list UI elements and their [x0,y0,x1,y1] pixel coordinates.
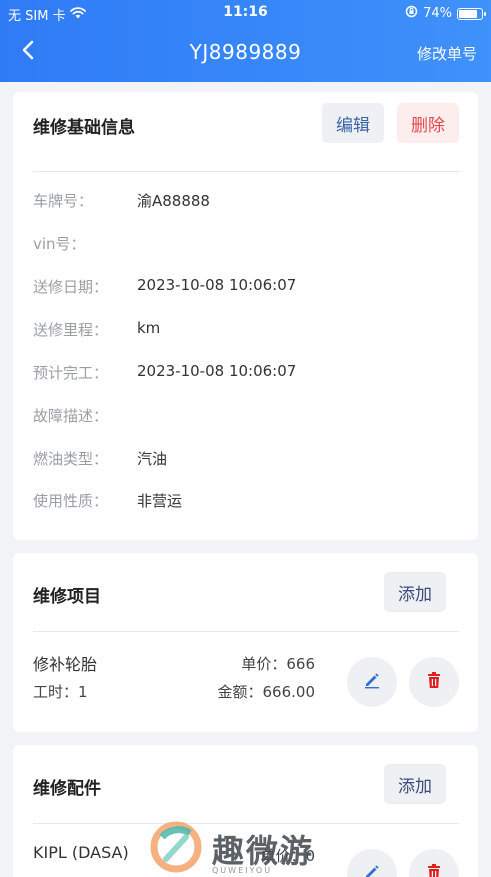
item-name: 修补轮胎 [33,655,98,674]
modify-order-number-button[interactable]: 修改单号 [417,43,477,64]
item-price: 单价：666 [241,655,315,673]
trash-icon [426,863,442,877]
info-row-fault-description: 故障描述： [33,405,459,427]
info-label: 故障描述： [33,407,109,425]
divider [33,631,459,632]
repair-items-card: 维修项目 添加 修补轮胎 工时：1 单价：666 金额：666.00 [13,553,478,732]
info-row-fuel-type: 燃油类型： 汽油 [33,448,459,470]
info-label: vin号： [33,235,86,253]
info-row-expected-completion: 预计完工： 2023-10-08 10:06:07 [33,362,459,384]
item-amount: 金额：666.00 [217,683,316,701]
repair-parts-title: 维修配件 [33,779,101,799]
watermark: 趣微游 QUWEIYOU [150,820,314,877]
info-row-usage-nature: 使用性质： 非营运 [33,490,459,512]
add-repair-part-button[interactable]: 添加 [384,764,446,804]
basic-info-header: 维修基础信息 编辑 删除 [13,92,478,152]
info-value: 2023-10-08 10:06:07 [137,362,297,380]
info-value: 2023-10-08 10:06:07 [137,276,297,294]
info-label: 预计完工： [33,364,109,382]
battery-icon [457,7,486,20]
info-label: 车牌号： [33,192,94,210]
info-label: 送修日期： [33,278,109,296]
trash-icon [426,671,442,693]
info-label: 送修里程： [33,321,109,339]
info-value: 渝A88888 [137,192,210,210]
info-row-send-date: 送修日期： 2023-10-08 10:06:07 [33,276,459,298]
repair-items-title: 维修项目 [33,587,101,607]
orientation-lock-icon [405,5,418,22]
watermark-subtext: QUWEIYOU [212,866,273,875]
delete-item-button[interactable] [409,657,459,707]
status-bar: 无 SIM 卡 11:16 74% [0,0,491,26]
edit-item-button[interactable] [347,849,397,877]
item-name: KIPL (DASA) [33,843,129,862]
info-label: 燃油类型： [33,450,109,468]
watermark-text: 趣微游 [212,831,315,870]
list-item: 修补轮胎 工时：1 单价：666 金额：666.00 [33,651,459,711]
add-repair-item-button[interactable]: 添加 [384,572,446,612]
info-row-vin: vin号： [33,233,459,255]
info-row-mileage: 送修里程： km [33,319,459,341]
header: 无 SIM 卡 11:16 74% YJ8989889 修改单号 [0,0,491,82]
repair-items-header: 维修项目 添加 [13,553,478,613]
repair-parts-header: 维修配件 添加 [13,745,478,805]
basic-info-title: 维修基础信息 [33,118,135,138]
edit-item-button[interactable] [347,657,397,707]
info-value: 非营运 [137,492,183,510]
info-value: km [137,319,161,337]
battery-percent: 74% [423,6,452,21]
item-hours: 工时：1 [33,683,88,701]
edit-button[interactable]: 编辑 [322,103,384,143]
pencil-icon [363,671,381,693]
basic-info-card: 维修基础信息 编辑 删除 车牌号： 渝A88888 vin号： 送修日期： 20… [13,92,478,540]
info-row-plate: 车牌号： 渝A88888 [33,190,459,212]
delete-item-button[interactable] [409,849,459,877]
watermark-logo-icon [150,821,202,877]
status-right: 74% [405,5,486,22]
nav-bar: YJ8989889 修改单号 [0,32,491,74]
pencil-icon [363,863,381,877]
delete-button[interactable]: 删除 [397,103,459,143]
info-label: 使用性质： [33,492,109,510]
info-value: 汽油 [137,450,168,468]
divider [33,171,459,172]
